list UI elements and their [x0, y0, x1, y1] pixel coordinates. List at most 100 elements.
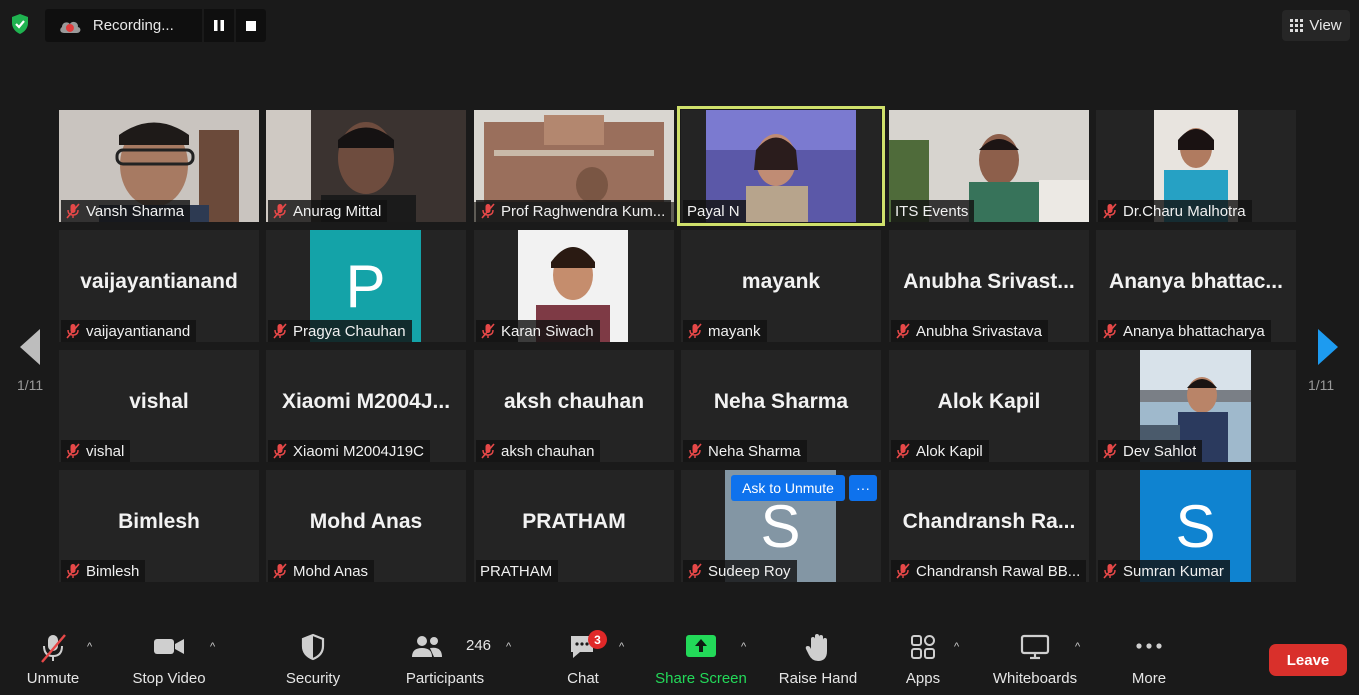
participants-options-caret-icon[interactable]: ^: [506, 641, 511, 653]
whiteboards-label: Whiteboards: [992, 670, 1078, 687]
more-button[interactable]: More: [1121, 623, 1177, 695]
chat-unread-badge: 3: [588, 630, 607, 649]
encryption-shield-icon[interactable]: [8, 12, 32, 36]
participant-tile[interactable]: Mohd Anas Mohd Anas: [266, 470, 466, 582]
apps-options-caret-icon[interactable]: ^: [954, 641, 959, 653]
ask-to-unmute-button[interactable]: Ask to Unmute: [731, 475, 845, 501]
participant-name-label: Sumran Kumar: [1098, 560, 1230, 582]
muted-mic-icon: [273, 323, 287, 339]
view-button[interactable]: View: [1282, 10, 1350, 41]
participant-display-name: Neha Sharma: [713, 390, 849, 413]
participant-tile[interactable]: Anurag Mittal: [266, 110, 466, 222]
participant-tile[interactable]: ITS Events: [889, 110, 1089, 222]
participant-display-name: Alok Kapil: [937, 390, 1041, 413]
participants-button[interactable]: 246 Participants: [400, 623, 492, 695]
participant-tile[interactable]: Prof Raghwendra Kum...: [474, 110, 674, 222]
participant-tile[interactable]: S Sumran Kumar: [1096, 470, 1296, 582]
participant-tile[interactable]: aksh chauhan aksh chauhan: [474, 350, 674, 462]
participant-name-label: Sudeep Roy: [683, 560, 797, 582]
stop-icon: [246, 20, 257, 31]
participant-tile[interactable]: Dr.Charu Malhotra: [1096, 110, 1296, 222]
participant-name-label: Dr.Charu Malhotra: [1098, 200, 1252, 222]
whiteboards-button[interactable]: Whiteboards: [986, 623, 1084, 695]
cloud-record-icon: [60, 21, 81, 33]
muted-mic-icon: [66, 203, 80, 219]
security-label: Security: [285, 670, 341, 687]
participant-tile[interactable]: vishal vishal: [59, 350, 259, 462]
muted-mic-icon: [273, 443, 287, 459]
recording-indicator: Recording...: [45, 9, 266, 42]
raise-hand-icon: [805, 634, 827, 661]
pause-recording-button[interactable]: [202, 9, 234, 42]
stop-recording-button[interactable]: [234, 9, 266, 42]
participant-name-label: Mohd Anas: [268, 560, 375, 582]
muted-mic-icon: [273, 203, 287, 219]
participant-display-name: Mohd Anas: [309, 510, 423, 533]
stop-video-button[interactable]: Stop Video: [128, 623, 210, 695]
participant-display-name: Ananya bhattac...: [1109, 270, 1283, 293]
unmute-button[interactable]: Unmute: [18, 623, 88, 695]
video-options-caret-icon[interactable]: ^: [210, 641, 215, 653]
participant-tile[interactable]: Xiaomi M2004J... Xiaomi M2004J19C: [266, 350, 466, 462]
raise-hand-button[interactable]: Raise Hand: [775, 623, 861, 695]
muted-mic-icon: [66, 323, 80, 339]
participant-display-name: PRATHAM: [522, 510, 626, 533]
participant-tile-active-speaker[interactable]: Payal N: [677, 106, 885, 226]
participant-name-label: PRATHAM: [476, 560, 559, 582]
participant-tile[interactable]: Ananya bhattac... Ananya bhattacharya: [1096, 230, 1296, 342]
grid-view-icon: [1290, 19, 1304, 32]
participant-tile[interactable]: Alok Kapil Alok Kapil: [889, 350, 1089, 462]
participant-tile[interactable]: mayank mayank: [681, 230, 881, 342]
tile-more-options-button[interactable]: ···: [849, 475, 877, 501]
participant-tile[interactable]: P Pragya Chauhan: [266, 230, 466, 342]
meeting-toolbar: Unmute ^ Stop Video ^ Security 246 Parti…: [0, 623, 1359, 695]
security-button[interactable]: Security: [278, 623, 348, 695]
page-indicator-left: 1/11: [17, 377, 44, 393]
participant-tile[interactable]: vaijayantianand vaijayantianand: [59, 230, 259, 342]
audio-options-caret-icon[interactable]: ^: [87, 641, 92, 653]
prev-page-arrow-icon[interactable]: [18, 327, 42, 367]
participant-tile[interactable]: Chandransh Ra... Chandransh Rawal BB...: [889, 470, 1089, 582]
participant-name-label: Dev Sahlot: [1098, 440, 1203, 462]
muted-mic-icon: [896, 563, 910, 579]
share-screen-button[interactable]: Share Screen: [652, 623, 750, 695]
whiteboards-options-caret-icon[interactable]: ^: [1075, 641, 1080, 653]
unmute-label: Unmute: [26, 670, 80, 687]
participant-display-name: Xiaomi M2004J...: [281, 390, 451, 413]
chat-options-caret-icon[interactable]: ^: [619, 641, 624, 653]
muted-mic-icon: [66, 443, 80, 459]
pause-icon: [214, 20, 225, 31]
participant-tile[interactable]: Bimlesh Bimlesh: [59, 470, 259, 582]
share-options-caret-icon[interactable]: ^: [741, 641, 746, 653]
view-label: View: [1309, 17, 1342, 34]
participant-tile[interactable]: Anubha Srivast... Anubha Srivastava: [889, 230, 1089, 342]
muted-mic-icon: [896, 443, 910, 459]
stop-video-label: Stop Video: [132, 670, 206, 687]
participant-tile[interactable]: Neha Sharma Neha Sharma: [681, 350, 881, 462]
participant-tile[interactable]: Karan Siwach: [474, 230, 674, 342]
muted-mic-icon: [688, 323, 702, 339]
apps-grid-icon: [911, 635, 935, 659]
participant-tile[interactable]: Dev Sahlot: [1096, 350, 1296, 462]
apps-button[interactable]: Apps: [895, 623, 951, 695]
muted-mic-icon: [481, 203, 495, 219]
participant-display-name: Anubha Srivast...: [903, 270, 1075, 293]
video-grid: Vansh Sharma Anurag Mittal Prof Raghwend…: [59, 106, 1296, 582]
chat-button[interactable]: 3 Chat: [553, 623, 613, 695]
next-page-arrow-icon[interactable]: [1316, 327, 1340, 367]
muted-mic-icon: [66, 563, 80, 579]
raise-hand-label: Raise Hand: [778, 670, 858, 687]
participant-name-label: Anurag Mittal: [268, 200, 388, 222]
participant-name-label: Xiaomi M2004J19C: [268, 440, 430, 462]
leave-meeting-button[interactable]: Leave: [1269, 644, 1347, 676]
participant-name-label: Karan Siwach: [476, 320, 600, 342]
participant-display-name: aksh chauhan: [503, 390, 645, 413]
participant-display-name: Chandransh Ra...: [902, 510, 1076, 533]
video-camera-icon: [154, 639, 184, 654]
participants-count: 246: [466, 637, 492, 654]
whiteboard-icon: [1020, 634, 1050, 660]
participant-tile[interactable]: Vansh Sharma: [59, 110, 259, 222]
participant-tile[interactable]: PRATHAM PRATHAM: [474, 470, 674, 582]
muted-mic-icon: [688, 563, 702, 579]
muted-microphone-icon: [41, 634, 66, 663]
